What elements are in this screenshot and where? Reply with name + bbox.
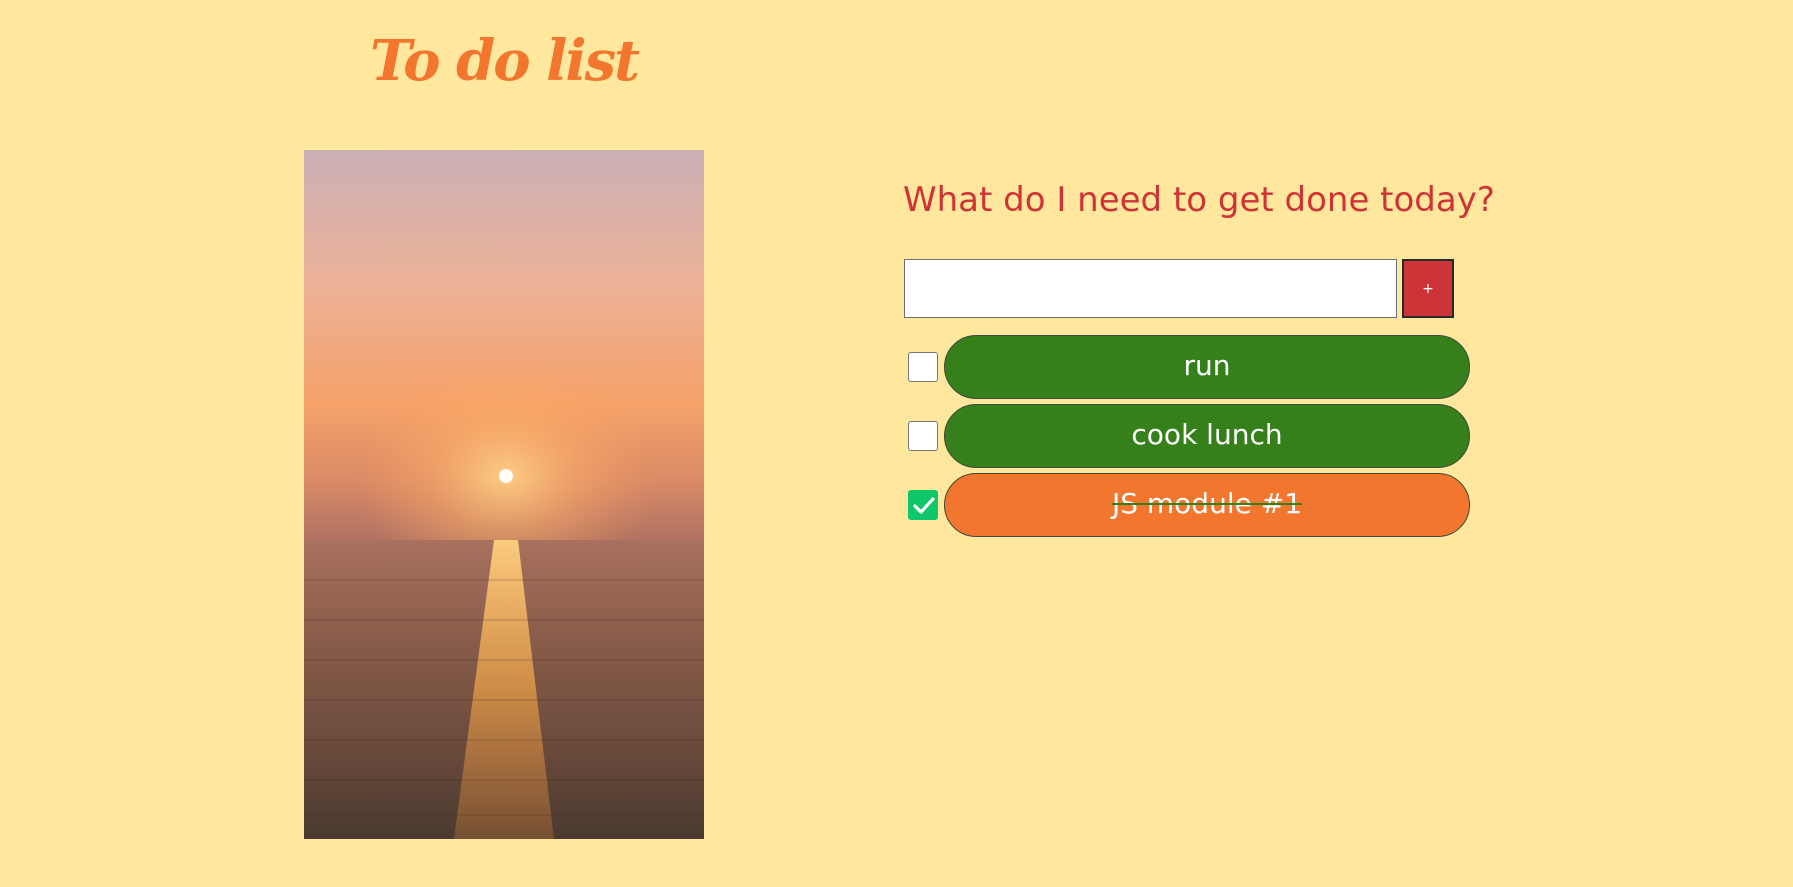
sunset-photo <box>304 150 704 839</box>
todo-checkbox[interactable] <box>908 352 938 382</box>
question-heading: What do I need to get done today? <box>903 180 1495 220</box>
todo-task-label: cook lunch <box>1131 418 1283 451</box>
todo-task-button[interactable]: cook lunch <box>944 404 1470 468</box>
new-task-input[interactable] <box>904 259 1397 318</box>
todo-task-label: run <box>1183 349 1231 382</box>
todo-task-label: JS module #1 <box>1111 487 1303 520</box>
todo-item: JS module #1 <box>906 473 1471 537</box>
checkmark-icon <box>913 497 935 514</box>
todo-item: cook lunch <box>906 404 1471 468</box>
todo-task-button[interactable]: JS module #1 <box>944 473 1470 537</box>
todo-item: run <box>906 335 1471 399</box>
todo-checkbox[interactable] <box>908 421 938 451</box>
app-title: To do list <box>369 28 640 94</box>
add-task-button[interactable]: + <box>1402 259 1454 318</box>
todo-task-button[interactable]: run <box>944 335 1470 399</box>
todo-checkbox-checked[interactable] <box>908 490 938 520</box>
